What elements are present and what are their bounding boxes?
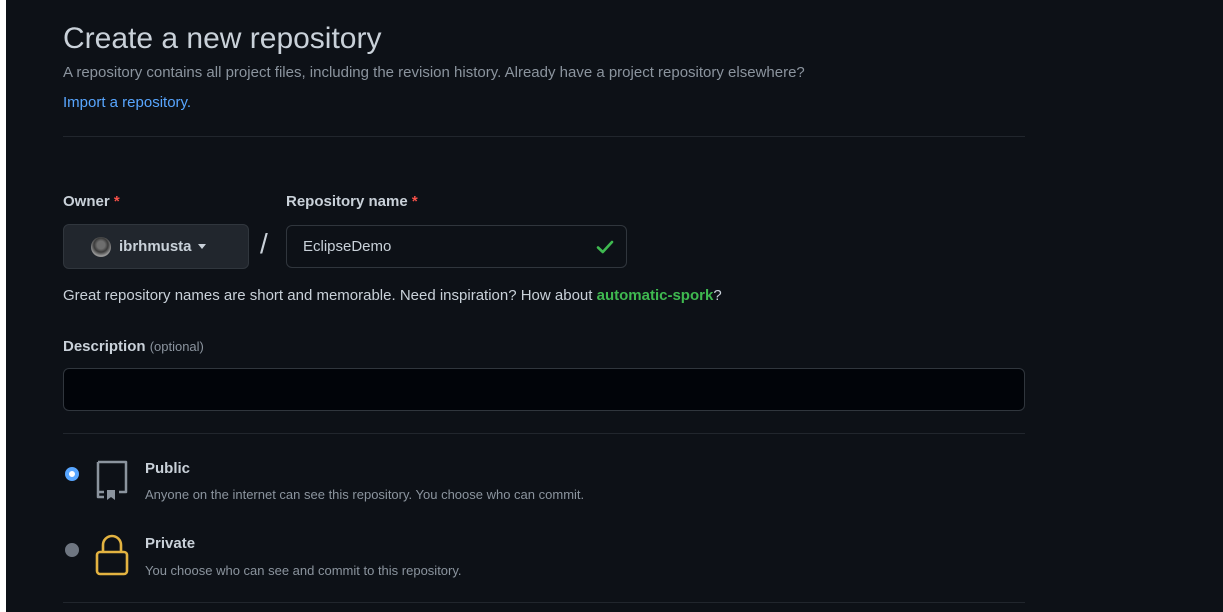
check-icon <box>596 240 614 254</box>
public-option-title: Public <box>145 460 191 477</box>
repo-name-hint: Great repository names are short and mem… <box>63 287 722 304</box>
description-label: Description (optional) <box>63 338 204 355</box>
window-edge <box>0 0 6 612</box>
caret-down-icon <box>197 244 206 249</box>
lock-icon <box>95 534 129 576</box>
public-option-description: Anyone on the internet can see this repo… <box>145 487 585 502</box>
repo-name-field <box>286 225 627 268</box>
description-input[interactable] <box>63 368 1025 411</box>
description-label-text: Description <box>63 338 146 355</box>
repo-name-input[interactable] <box>287 226 626 267</box>
repo-name-label: Repository name * <box>286 193 418 210</box>
page-subtitle: A repository contains all project files,… <box>63 64 805 81</box>
visibility-divider <box>63 602 1025 603</box>
private-option-title: Private <box>145 535 196 552</box>
description-divider <box>63 433 1025 434</box>
owner-name: ibrhmusta <box>119 238 192 255</box>
public-radio[interactable] <box>65 467 79 481</box>
owner-label-text: Owner <box>63 193 110 210</box>
header-divider <box>63 136 1025 137</box>
owner-select-button[interactable]: ibrhmusta <box>63 224 249 269</box>
owner-repo-separator: / <box>260 228 268 259</box>
repo-icon <box>96 460 128 500</box>
repo-name-label-text: Repository name <box>286 193 408 210</box>
owner-required-mark: * <box>113 193 120 210</box>
private-radio[interactable] <box>65 543 79 557</box>
private-option-description: You choose who can see and commit to thi… <box>145 563 462 578</box>
page: Create a new repository A repository con… <box>0 0 1223 612</box>
repo-name-required-mark: * <box>411 193 418 210</box>
import-repository-link[interactable]: Import a repository. <box>63 94 191 111</box>
name-suggestion[interactable]: automatic-spork <box>597 287 714 304</box>
description-optional: (optional) <box>149 339 204 354</box>
owner-avatar <box>91 236 111 257</box>
page-title: Create a new repository <box>63 22 382 55</box>
hint-end: ? <box>713 287 722 304</box>
owner-label: Owner * <box>63 193 120 210</box>
hint-text: Great repository names are short and mem… <box>63 287 597 304</box>
